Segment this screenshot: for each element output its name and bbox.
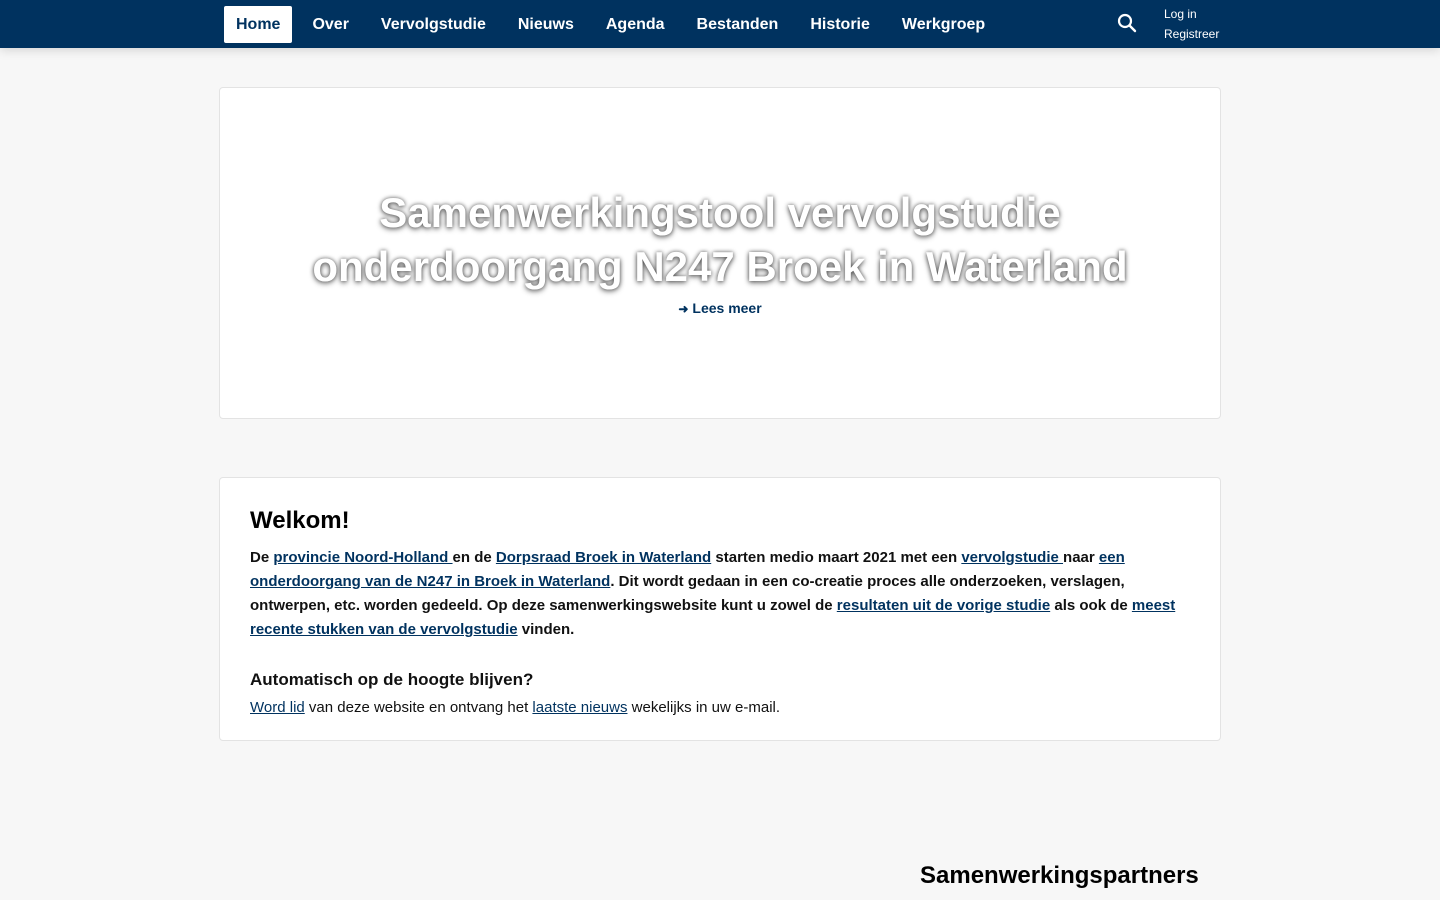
welcome-card: Welkom! De provincie Noord-Holland en de… bbox=[219, 477, 1221, 741]
nav-item-home[interactable]: Home bbox=[224, 6, 293, 43]
text: van deze website en ontvang het bbox=[304, 699, 533, 716]
nav-item-agenda[interactable]: Agenda bbox=[594, 6, 677, 43]
arrow-right-icon: ➜ bbox=[678, 302, 689, 316]
nav-item-nieuws[interactable]: Nieuws bbox=[506, 6, 586, 43]
welcome-paragraph: De provincie Noord-Holland en de Dorpsra… bbox=[250, 546, 1190, 642]
nav-item-vervolgstudie[interactable]: Vervolgstudie bbox=[369, 6, 498, 43]
link-news[interactable]: laatste nieuws bbox=[532, 699, 627, 716]
hero-title: Samenwerkingstool vervolgstudie onderdoo… bbox=[220, 186, 1220, 294]
hero-card: Samenwerkingstool vervolgstudie onderdoo… bbox=[219, 87, 1221, 419]
link-province[interactable]: provincie Noord-Holland bbox=[273, 549, 452, 566]
text: naar bbox=[1063, 549, 1099, 566]
text: starten medio maart 2021 met een bbox=[711, 549, 962, 566]
link-resultaten[interactable]: resultaten uit de vorige studie bbox=[837, 597, 1050, 614]
register-link[interactable]: Registreer bbox=[1164, 24, 1219, 44]
top-navigation-bar: Home Over Vervolgstudie Nieuws Agenda Be… bbox=[0, 0, 1440, 48]
read-more-label: Lees meer bbox=[692, 300, 762, 316]
subscribe-paragraph: Word lid van deze website en ontvang het… bbox=[250, 696, 1190, 720]
hero-title-line-2: onderdoorgang N247 Broek in Waterland bbox=[312, 243, 1128, 290]
main-nav: Home Over Vervolgstudie Nieuws Agenda Be… bbox=[224, 6, 1005, 43]
partners-heading: Samenwerkingspartners bbox=[920, 862, 1199, 889]
text: als ook de bbox=[1050, 597, 1132, 614]
link-vervolgstudie[interactable]: vervolgstudie bbox=[961, 549, 1063, 566]
nav-item-over[interactable]: Over bbox=[300, 6, 360, 43]
search-icon[interactable] bbox=[1116, 12, 1138, 34]
welcome-heading: Welkom! bbox=[250, 507, 350, 534]
text: wekelijks in uw e-mail. bbox=[627, 699, 781, 716]
auth-links: Log in Registreer bbox=[1164, 4, 1219, 44]
subscribe-heading: Automatisch op de hoogte blijven? bbox=[250, 670, 534, 689]
text: De bbox=[250, 549, 274, 566]
nav-item-historie[interactable]: Historie bbox=[798, 6, 882, 43]
link-member[interactable]: Word lid bbox=[250, 699, 305, 716]
link-dorpsraad[interactable]: Dorpsraad Broek in Waterland bbox=[496, 549, 711, 566]
hero-title-line-1: Samenwerkingstool vervolgstudie bbox=[379, 189, 1061, 236]
login-link[interactable]: Log in bbox=[1164, 4, 1219, 24]
text: en de bbox=[452, 549, 496, 566]
read-more-link[interactable]: ➜ Lees meer bbox=[220, 300, 1220, 316]
text: vinden. bbox=[517, 621, 575, 638]
nav-item-werkgroep[interactable]: Werkgroep bbox=[890, 6, 997, 43]
nav-item-bestanden[interactable]: Bestanden bbox=[685, 6, 791, 43]
